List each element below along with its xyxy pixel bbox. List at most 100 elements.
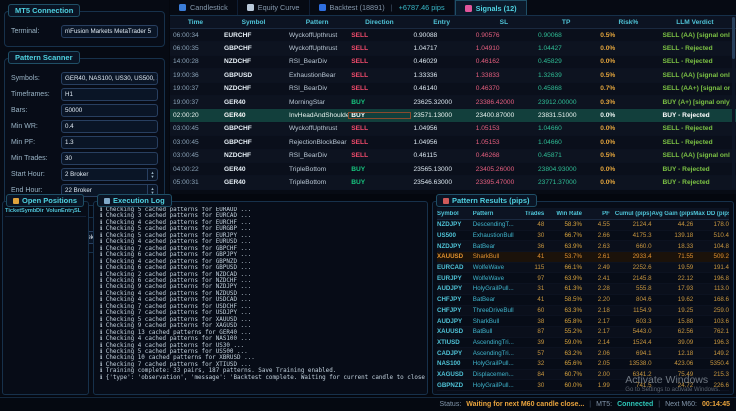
tab-equity-curve[interactable]: Equity Curve <box>238 0 310 15</box>
spinner-buttons[interactable]: ▲▼ <box>147 169 157 180</box>
signal-row[interactable]: 19:00:37GER40MorningStarBUY23625.3200023… <box>170 96 736 109</box>
cell-time: 19:00:36 <box>170 72 221 79</box>
pr-cell-win-rate: 63.9% <box>544 243 582 250</box>
open-positions-column-entry[interactable]: Entry <box>61 208 74 214</box>
signal-row[interactable]: 19:00:37NZDCHFRSI_BearDivSELL0.461400.46… <box>170 83 736 96</box>
terminal-input[interactable]: n\Fusion Markets MetaTrader 5 erminal64.… <box>61 25 158 38</box>
pr-cell-cumul-pips-: 603.3 <box>610 318 652 325</box>
column-header-tp[interactable]: TP <box>535 19 597 26</box>
execution-log-content[interactable]: ℹ Checking 5 cached patterns for EURAUD … <box>100 207 425 385</box>
pr-cell-symbol: CADJPY <box>437 350 473 357</box>
open-positions-column-symbol[interactable]: Symbol <box>21 208 36 214</box>
cell-pattern: TripleBottom <box>286 166 348 173</box>
field-input-timeframes[interactable]: H1 <box>61 88 158 101</box>
signal-row[interactable]: 19:00:36GBPUSDExhaustionBearSELL1.333361… <box>170 69 736 82</box>
pattern-result-row[interactable]: GBPNZDHolyGrailPull...3060.0%1.99741.524… <box>437 380 729 391</box>
pr-column-header-avg-gain-pips-[interactable]: Avg Gain (pips) <box>652 211 694 217</box>
pr-cell-trades: 115 <box>520 264 544 271</box>
tab-label: Equity Curve <box>258 3 300 12</box>
cell-entry: 0.46029 <box>411 58 473 65</box>
cell-risk: 0.5% <box>597 32 659 39</box>
pr-cell-trades: 31 <box>520 285 544 292</box>
pr-cell-max-dd-pips-: 103.6 <box>693 318 729 325</box>
open-positions-column-sl[interactable]: SL <box>74 208 82 214</box>
pr-cell-cumul-pips-: 1154.9 <box>610 307 652 314</box>
pr-column-header-trades[interactable]: Trades <box>520 211 544 217</box>
pattern-result-row[interactable]: XAUUSDBatBull8755.2%2.175443.062.56762.1 <box>437 327 729 338</box>
pattern-result-row[interactable]: AUDJPYSharkBull3865.8%2.17603.315.88103.… <box>437 316 729 327</box>
signal-row[interactable]: 02:00:20GER40InvHeadAndShouldersBUY23571… <box>170 109 736 122</box>
signals-table-body: 06:00:34EURCHFWyckoffUpthrustSELL0.90088… <box>170 29 736 190</box>
open-positions-column-volume[interactable]: Volume <box>46 208 61 214</box>
open-positions-column-ticket[interactable]: Ticket <box>5 208 21 214</box>
signal-row[interactable]: 04:00:22GER40TripleBottomBUY23565.130002… <box>170 163 736 176</box>
cell-tp: 1.04427 <box>535 45 597 52</box>
tab-backtest-18891-[interactable]: Backtest (18891)|+6787.46 pips <box>310 0 455 15</box>
field-input-minwr[interactable]: 0.4 <box>61 120 158 133</box>
pr-cell-max-dd-pips-: 226.6 <box>693 382 729 389</box>
signal-row[interactable]: 06:00:34EURCHFWyckoffUpthrustSELL0.90088… <box>170 29 736 42</box>
pattern-result-row[interactable]: CADJPYAscendingTri...5763.2%2.06694.112.… <box>437 348 729 359</box>
cell-time: 06:00:35 <box>170 45 221 52</box>
cell-direction: SELL <box>348 85 410 92</box>
cell-entry: 0.90088 <box>411 32 473 39</box>
column-header-direction[interactable]: Direction <box>348 19 410 26</box>
open-positions-column-dir[interactable]: Dir <box>36 208 46 214</box>
signal-row[interactable]: 06:00:35GBPCHFWyckoffUpthrustSELL1.04717… <box>170 42 736 55</box>
pr-column-header-cumul-pips-[interactable]: Cumul (pips) <box>610 211 652 217</box>
signal-row[interactable]: 03:00:45NZDCHFRSI_BearDivSELL0.461150.46… <box>170 150 736 163</box>
pattern-result-row[interactable]: NZDJPYDescendingT...4858.3%4.552124.444.… <box>437 220 729 231</box>
scanner-field-row: Start Hour:2 Broker▲▼ <box>11 168 158 181</box>
tab-signals-12-[interactable]: Signals (12) <box>455 0 527 15</box>
pr-column-header-pf[interactable]: PF <box>582 211 610 217</box>
pr-cell-symbol: XAUUSD <box>437 253 473 260</box>
pattern-result-row[interactable]: EURCADWolfeWave11566.1%2.492252.619.5919… <box>437 263 729 274</box>
signals-scrollbar-thumb[interactable] <box>732 17 735 59</box>
cell-risk: 0.0% <box>597 125 659 132</box>
field-input-mintrades[interactable]: 30 <box>61 152 158 165</box>
signal-row[interactable]: 03:00:45GBPCHFWyckoffUpthrustSELL1.04956… <box>170 123 736 136</box>
column-header-symbol[interactable]: Symbol <box>221 19 286 26</box>
scanner-field-row: Timeframes:H1 <box>11 88 158 101</box>
signal-row[interactable]: 05:00:31GER40TripleBottomBUY23546.630002… <box>170 176 736 189</box>
tab-candlestick[interactable]: Candlestick <box>170 0 238 15</box>
status-segment: 00:14:45 <box>702 401 730 408</box>
pattern-result-row[interactable]: AUDJPYHolyGrailPull...3161.3%2.28555.817… <box>437 284 729 295</box>
field-input-starthour[interactable]: 2 Broker▲▼ <box>61 168 158 181</box>
pattern-result-row[interactable]: NAS100HolyGrailPull...3265.6%2.0513538.0… <box>437 359 729 370</box>
pr-cell-pf: 2.66 <box>582 232 610 239</box>
pattern-result-row[interactable]: NZDJPYBatBear3663.9%2.63660.018.33104.8 <box>437 241 729 252</box>
pr-cell-symbol: NAS100 <box>437 360 473 367</box>
signal-row[interactable]: 03:00:45GBPCHFRejectionBlockBearSELL1.04… <box>170 136 736 149</box>
pr-cell-cumul-pips-: 2124.4 <box>610 221 652 228</box>
pattern-result-row[interactable]: XAUUSDSharkBull4153.7%2.612933.471.55509… <box>437 252 729 263</box>
spinner-down-icon[interactable]: ▼ <box>151 175 155 179</box>
field-input-bars[interactable]: 50000 <box>61 104 158 117</box>
column-header-pattern[interactable]: Pattern <box>286 19 348 26</box>
column-header-sl[interactable]: SL <box>473 19 535 26</box>
pr-cell-win-rate: 55.2% <box>544 328 582 335</box>
field-input-minpf[interactable]: 1.3 <box>61 136 158 149</box>
cell-entry: 23625.32000 <box>411 99 473 106</box>
cell-time: 02:00:20 <box>170 112 221 119</box>
pr-column-header-pattern[interactable]: Pattern <box>473 211 521 217</box>
signals-scrollbar[interactable] <box>732 17 735 189</box>
pattern-result-row[interactable]: EURJPYWolfeWave9763.9%2.412145.822.12196… <box>437 273 729 284</box>
pr-column-header-win-rate[interactable]: Win Rate <box>544 211 582 217</box>
column-header-risk-[interactable]: Risk% <box>597 19 659 26</box>
pr-cell-max-dd-pips-: 196.8 <box>693 275 729 282</box>
column-header-llm-verdict[interactable]: LLM Verdict <box>660 19 731 26</box>
pr-cell-pattern: DescendingT... <box>473 221 521 228</box>
pattern-result-row[interactable]: XTIUSDAscendingTri...3959.0%2.141524.439… <box>437 338 729 349</box>
pr-column-header-symbol[interactable]: Symbol <box>437 211 473 217</box>
pattern-result-row[interactable]: US500ExhaustionBull3066.7%2.664175.3139.… <box>437 231 729 242</box>
pattern-result-row[interactable]: XAGUSDDisplacemen...8460.7%2.006341.275.… <box>437 370 729 381</box>
column-header-time[interactable]: Time <box>170 19 221 26</box>
pr-column-header-max-dd-pips-[interactable]: Max DD (pips) <box>693 211 729 217</box>
pattern-result-row[interactable]: CHFJPYThreeDriveBull6063.3%2.181154.919.… <box>437 306 729 317</box>
pattern-result-row[interactable]: CHFJPYBatBear4158.5%2.20804.619.62168.6 <box>437 295 729 306</box>
column-header-entry[interactable]: Entry <box>411 19 473 26</box>
cell-entry: 23546.63000 <box>411 179 473 186</box>
field-input-symbols[interactable]: GER40, NAS100, US30, US500, XBRUSD, XTIU… <box>61 72 158 85</box>
signal-row[interactable]: 14:00:28NZDCHFRSI_BearDivSELL0.460290.46… <box>170 56 736 69</box>
